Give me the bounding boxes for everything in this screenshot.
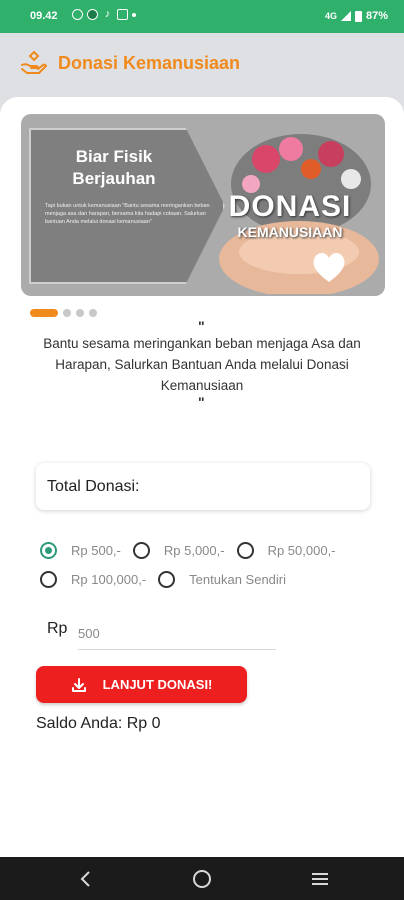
total-donation-card: Total Donasi:	[36, 463, 370, 510]
carousel-dot[interactable]	[63, 309, 71, 317]
donation-hand-icon	[21, 50, 47, 74]
quote-close-mark: "	[198, 394, 205, 410]
app-header: Donasi Kemanusiaan	[0, 33, 404, 97]
home-icon[interactable]	[190, 867, 214, 891]
carousel-dot[interactable]	[76, 309, 84, 317]
option-label[interactable]: Rp 5,000,-	[164, 543, 225, 558]
network-indicator: 4G	[324, 11, 337, 21]
banner-small-text: Tapi bukan untuk kemanusiaan "Bantu sesa…	[45, 203, 210, 225]
carousel-indicator	[30, 309, 97, 317]
heart-icon	[313, 252, 345, 282]
option-label[interactable]: Rp 50,000,-	[268, 543, 336, 558]
green-app-icon	[87, 9, 98, 20]
carousel-dot[interactable]	[89, 309, 97, 317]
whatsapp-icon	[72, 9, 83, 20]
donation-options-row-2: Rp 100,000,- Tentukan Sendiri	[40, 571, 298, 588]
back-icon[interactable]	[74, 867, 98, 891]
option-label[interactable]: Rp 100,000,-	[71, 572, 146, 587]
battery-icon	[354, 10, 362, 22]
donation-options-row-1: Rp 500,- Rp 5,000,- Rp 50,000,-	[40, 542, 348, 559]
total-donation-label: Total Donasi:	[47, 478, 140, 495]
tiktok-icon: ♪	[104, 8, 111, 20]
status-bar: 09.42 ♪ 4G 87%	[0, 0, 404, 33]
status-time: 09.42	[30, 10, 58, 22]
radio-custom-amount[interactable]	[158, 571, 176, 588]
carousel-dot-active[interactable]	[30, 309, 58, 317]
system-nav-bar	[0, 857, 404, 900]
notification-icons: ♪	[72, 9, 136, 20]
signal-icon	[340, 11, 351, 21]
radio-rp-50000[interactable]	[236, 542, 254, 559]
menu-icon[interactable]	[308, 867, 332, 891]
app-icon	[117, 9, 128, 20]
more-notifications-dot	[132, 12, 136, 17]
continue-donation-button[interactable]: LANJUT DONASI!	[36, 666, 247, 703]
continue-donation-label: LANJUT DONASI!	[102, 677, 213, 692]
radio-rp-5000[interactable]	[132, 542, 150, 559]
radio-rp-500[interactable]	[40, 542, 57, 559]
banner-carousel[interactable]: Biar Fisik Berjauhan Tapi bukan untuk ke…	[21, 114, 385, 296]
banner-headline: Biar Fisik Berjauhan	[72, 147, 156, 188]
currency-label: Rp	[47, 620, 68, 637]
quote-text: Bantu sesama meringankan beban menjaga A…	[43, 336, 361, 393]
banner-big-subtitle: KEMANUSIAAN	[237, 224, 343, 240]
radio-rp-100000[interactable]	[40, 571, 57, 588]
status-right: 4G 87%	[325, 10, 388, 22]
banner-big-title: DONASI	[228, 190, 352, 223]
quote-open-mark: "	[198, 318, 205, 334]
battery-percent: 87%	[365, 10, 388, 22]
balance-text: Saldo Anda: Rp 0	[36, 715, 161, 732]
option-label[interactable]: Tentukan Sendiri	[189, 572, 286, 587]
download-icon	[71, 677, 86, 692]
amount-input[interactable]	[78, 618, 276, 650]
option-label[interactable]: Rp 500,-	[71, 543, 121, 558]
page-title: Donasi Kemanusiaan	[58, 53, 241, 73]
